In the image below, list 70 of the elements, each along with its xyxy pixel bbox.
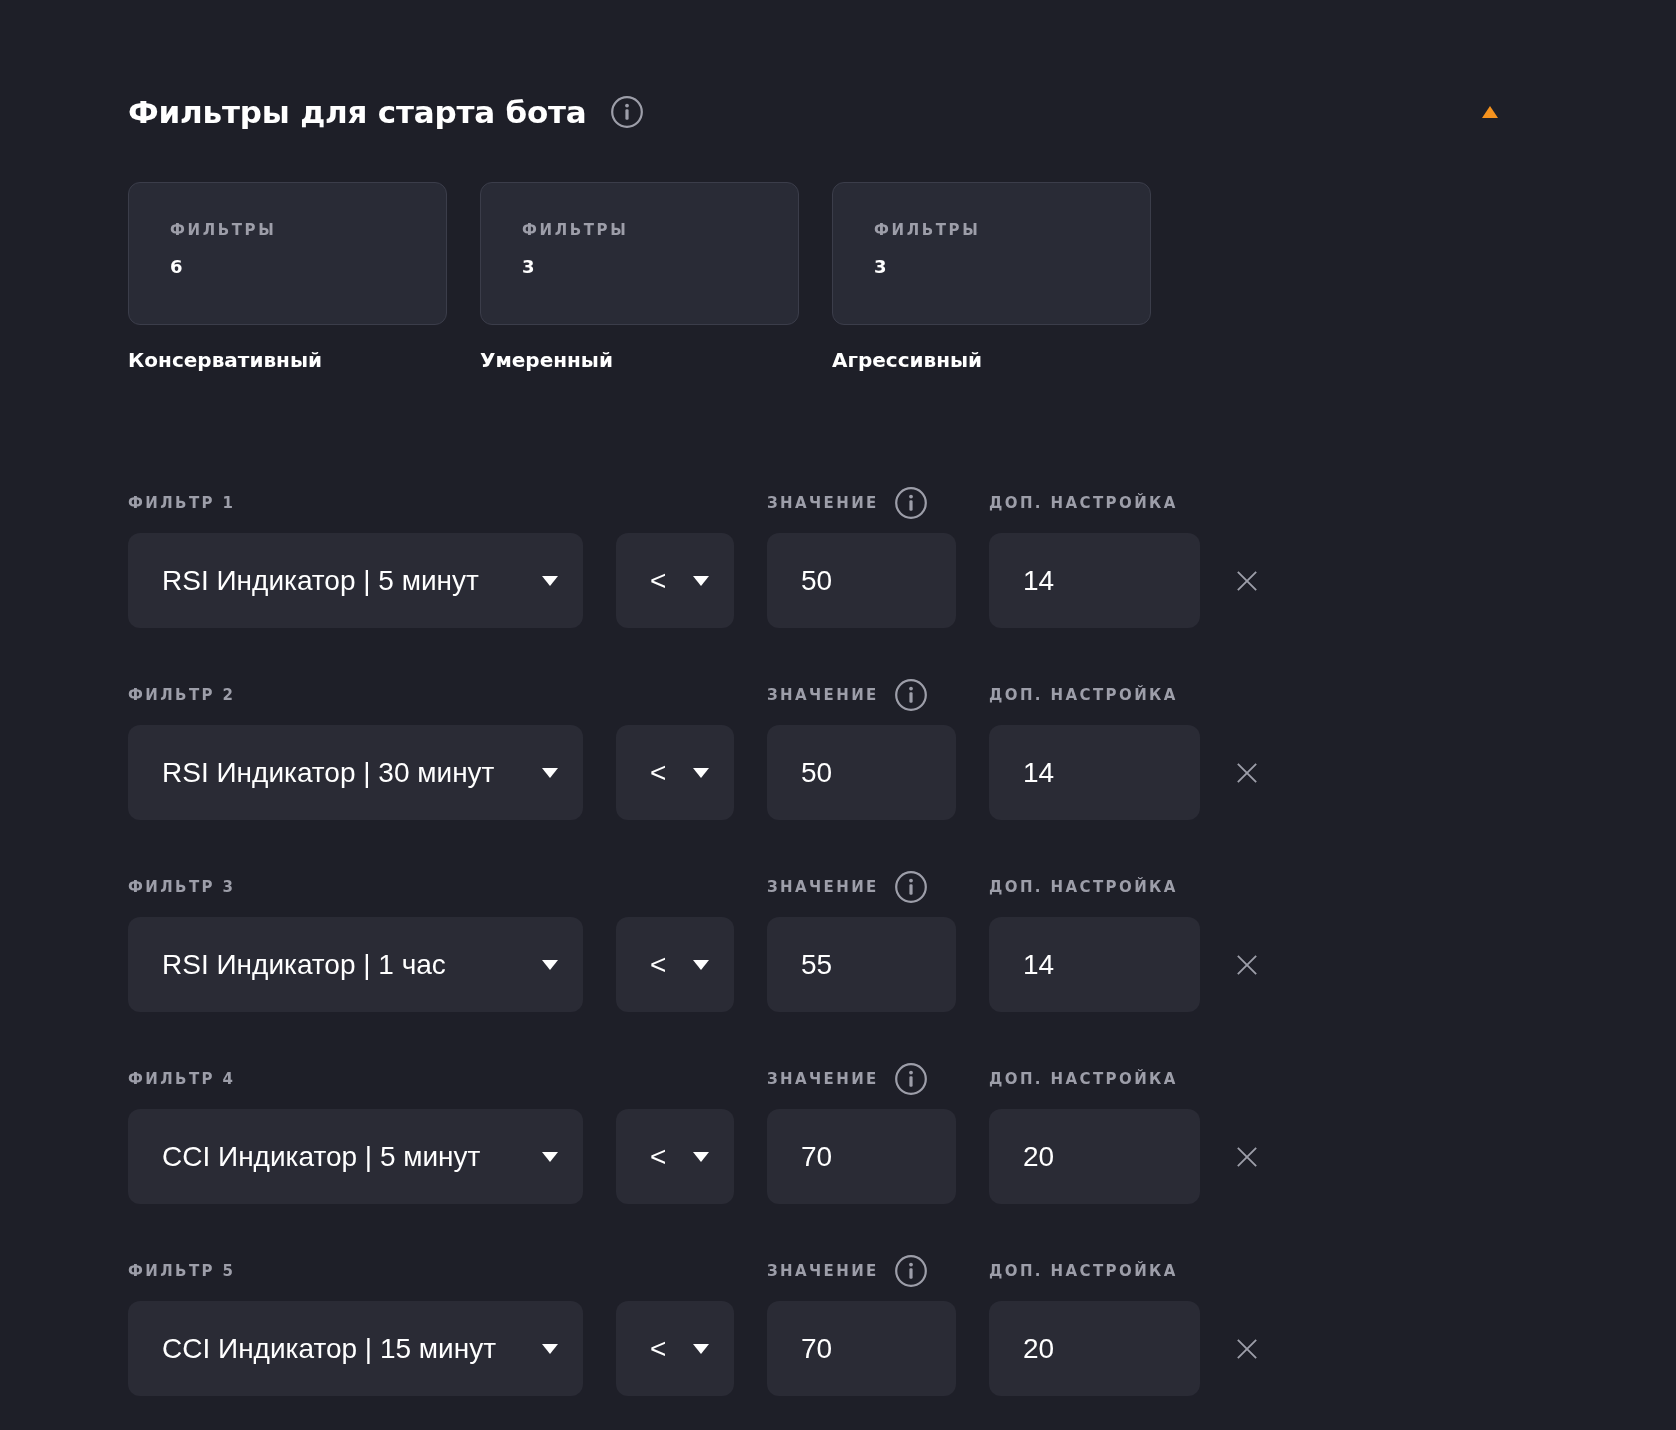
preset-count: 3 bbox=[522, 256, 536, 278]
caret-icon[interactable] bbox=[542, 1343, 558, 1354]
preset-name: Агрессивный bbox=[832, 347, 984, 373]
value-field[interactable]: 70 bbox=[767, 1109, 956, 1204]
value-field[interactable]: 50 bbox=[767, 725, 956, 820]
operator-select[interactable]: < bbox=[616, 533, 734, 628]
extra-setting-label: ДОП. НАСТРОЙКА bbox=[989, 1070, 1178, 1088]
extra-setting-field[interactable]: 20 bbox=[989, 1109, 1200, 1204]
value-label: ЗНАЧЕНИЕ bbox=[767, 494, 879, 512]
caret-icon[interactable] bbox=[693, 1343, 709, 1354]
filter-label: ФИЛЬТР 1 bbox=[128, 494, 236, 512]
value-label: ЗНАЧЕНИЕ bbox=[767, 686, 879, 704]
value-label: ЗНАЧЕНИЕ bbox=[767, 878, 879, 896]
operator-select[interactable]: < bbox=[616, 1301, 734, 1396]
indicator-select[interactable]: CCI Индикатор | 15 минут bbox=[128, 1301, 583, 1396]
info-icon[interactable] bbox=[894, 1063, 927, 1095]
extra-setting-label: ДОП. НАСТРОЙКА bbox=[989, 686, 1178, 704]
preset-name: Консервативный bbox=[128, 347, 323, 373]
extra-setting-label: ДОП. НАСТРОЙКА bbox=[989, 494, 1178, 512]
indicator-select[interactable]: CCI Индикатор | 5 минут bbox=[128, 1109, 583, 1204]
caret-icon[interactable] bbox=[693, 767, 709, 778]
extra-setting-label: ДОП. НАСТРОЙКА bbox=[989, 1262, 1178, 1280]
extra-setting-field[interactable]: 14 bbox=[989, 725, 1200, 820]
operator-select[interactable]: < bbox=[616, 725, 734, 820]
filter-label: ФИЛЬТР 5 bbox=[128, 1262, 236, 1280]
preset-card[interactable]: ФИЛЬТРЫ 3 bbox=[480, 182, 799, 325]
preset-count: 6 bbox=[170, 256, 184, 278]
info-icon[interactable] bbox=[894, 679, 927, 711]
extra-setting-field[interactable]: 20 bbox=[989, 1301, 1200, 1396]
preset-card[interactable]: ФИЛЬТРЫ 3 bbox=[832, 182, 1151, 325]
value-field[interactable]: 70 bbox=[767, 1301, 956, 1396]
caret-icon[interactable] bbox=[693, 959, 709, 970]
close-icon[interactable] bbox=[1237, 568, 1257, 593]
value-field[interactable]: 55 bbox=[767, 917, 956, 1012]
extra-setting-label: ДОП. НАСТРОЙКА bbox=[989, 878, 1178, 896]
operator-select[interactable]: < bbox=[616, 1109, 734, 1204]
preset-count: 3 bbox=[874, 256, 888, 278]
preset-card[interactable]: ФИЛЬТРЫ 6 bbox=[128, 182, 447, 325]
info-icon[interactable] bbox=[894, 1255, 927, 1287]
preset-label: ФИЛЬТРЫ bbox=[874, 221, 982, 239]
preset-name: Умеренный bbox=[480, 347, 614, 373]
caret-icon[interactable] bbox=[542, 767, 558, 778]
caret-icon[interactable] bbox=[693, 575, 709, 586]
close-icon[interactable] bbox=[1237, 1336, 1257, 1361]
close-icon[interactable] bbox=[1237, 760, 1257, 785]
info-icon[interactable] bbox=[894, 487, 927, 519]
value-label: ЗНАЧЕНИЕ bbox=[767, 1070, 879, 1088]
filter-label: ФИЛЬТР 2 bbox=[128, 686, 236, 704]
close-icon[interactable] bbox=[1237, 952, 1257, 977]
filter-label: ФИЛЬТР 4 bbox=[128, 1070, 236, 1088]
indicator-select[interactable]: RSI Индикатор | 5 минут bbox=[128, 533, 583, 628]
extra-setting-field[interactable]: 14 bbox=[989, 917, 1200, 1012]
caret-icon[interactable] bbox=[1482, 106, 1498, 118]
section-title: Фильтры для старта бота bbox=[128, 93, 587, 132]
close-icon[interactable] bbox=[1237, 1144, 1257, 1169]
caret-icon[interactable] bbox=[542, 959, 558, 970]
indicator-select[interactable]: RSI Индикатор | 30 минут bbox=[128, 725, 583, 820]
caret-icon[interactable] bbox=[542, 575, 558, 586]
value-field[interactable]: 50 bbox=[767, 533, 956, 628]
extra-setting-field[interactable]: 14 bbox=[989, 533, 1200, 628]
caret-icon[interactable] bbox=[693, 1151, 709, 1162]
operator-select[interactable]: < bbox=[616, 917, 734, 1012]
indicator-select[interactable]: RSI Индикатор | 1 час bbox=[128, 917, 583, 1012]
info-icon[interactable] bbox=[610, 96, 643, 128]
filter-label: ФИЛЬТР 3 bbox=[128, 878, 236, 896]
preset-label: ФИЛЬТРЫ bbox=[522, 221, 630, 239]
preset-label: ФИЛЬТРЫ bbox=[170, 221, 278, 239]
info-icon[interactable] bbox=[894, 871, 927, 903]
value-label: ЗНАЧЕНИЕ bbox=[767, 1262, 879, 1280]
caret-icon[interactable] bbox=[542, 1151, 558, 1162]
